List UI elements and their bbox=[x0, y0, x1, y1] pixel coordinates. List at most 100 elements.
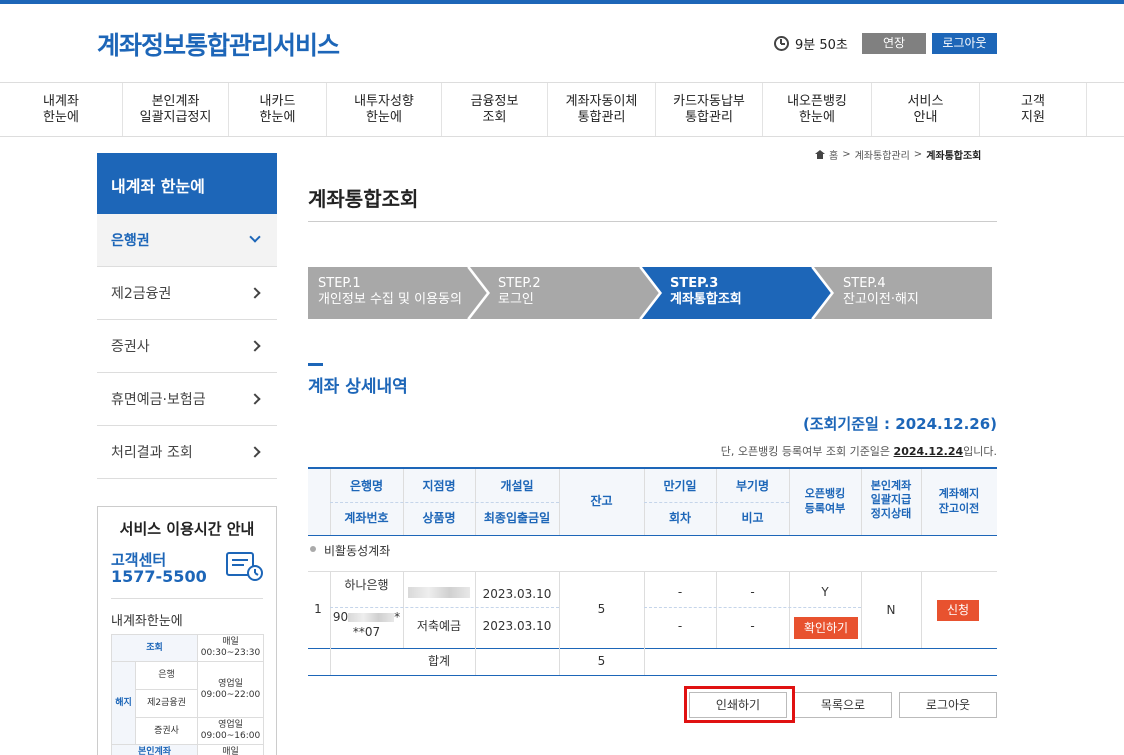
call-center-number: 1577-5500 bbox=[111, 567, 207, 586]
list-button[interactable]: 목록으로 bbox=[794, 692, 892, 718]
gnb-item-card-autopay[interactable]: 카드자동납부 통합관리 bbox=[655, 83, 762, 136]
col-product: 상품명 bbox=[422, 511, 456, 525]
col-cosign: 부기명 bbox=[735, 479, 770, 493]
col-bank: 은행명 bbox=[349, 479, 384, 493]
chevron-right-icon bbox=[249, 393, 261, 405]
divider bbox=[111, 598, 263, 599]
hours-value: 영업일 09:00~16:00 bbox=[197, 717, 264, 745]
lnb-item-dormant[interactable]: 휴면예금·보험금 bbox=[97, 373, 277, 426]
breadcrumb-current: 계좌통합조회 bbox=[926, 151, 982, 162]
total-label: 합계 bbox=[427, 654, 451, 668]
step-2: STEP.2 로그인 bbox=[498, 276, 541, 307]
header-logout-button[interactable]: 로그아웃 bbox=[932, 33, 997, 54]
breadcrumb-home[interactable]: 홈 bbox=[829, 147, 838, 162]
cell-opened: 2023.03.10 bbox=[482, 587, 552, 601]
chevron-right-icon bbox=[249, 340, 261, 352]
gnb-item-openbanking[interactable]: 내오픈뱅킹 한눈에 bbox=[762, 83, 871, 136]
breadcrumb-sep: > bbox=[913, 149, 923, 160]
lnb-item-label: 휴면예금·보험금 bbox=[111, 392, 206, 408]
hours-label-inquiry: 조회 bbox=[111, 634, 198, 662]
lnb-item-results[interactable]: 처리결과 조회 bbox=[97, 426, 277, 479]
lnb-item-secondary-finance[interactable]: 제2금융권 bbox=[97, 267, 277, 320]
cell-cosign: - bbox=[750, 585, 755, 599]
cell-suspend: N bbox=[886, 603, 896, 617]
col-opened: 개설일 bbox=[500, 479, 534, 493]
service-hours-title: 서비스 이용시간 안내 bbox=[119, 520, 255, 538]
cell-bank: 하나은행 bbox=[344, 578, 389, 592]
group-label: 비활동성계좌 bbox=[324, 544, 391, 558]
col-close: 계좌해지 잔고이전 bbox=[938, 487, 980, 515]
hours-value: 영업일 09:00~22:00 bbox=[197, 661, 264, 718]
gnb-item-financial-info[interactable]: 금융정보 조회 bbox=[441, 83, 547, 136]
col-balance: 잔고 bbox=[590, 494, 613, 508]
gnb-item-my-cards[interactable]: 내카드 한눈에 bbox=[228, 83, 326, 136]
step-1: STEP.1 개인정보 수집 및 이용동의 bbox=[318, 276, 462, 307]
extend-session-button[interactable]: 연장 bbox=[862, 33, 926, 54]
lnb-item-securities[interactable]: 증권사 bbox=[97, 320, 277, 373]
gnb-item-service-guide[interactable]: 서비스 안내 bbox=[871, 83, 979, 136]
account-table: 은행명 지점명 개설일 계좌번호 상품명 최종입출금일 잔고 만기일 부기명 회… bbox=[308, 467, 997, 677]
cell-openbanking: Y bbox=[821, 585, 829, 599]
lnb-item-banks[interactable]: 은행권 bbox=[97, 214, 277, 267]
lnb-item-label: 은행권 bbox=[111, 233, 150, 249]
hours-value: 매일 bbox=[197, 744, 264, 755]
chevron-right-icon bbox=[249, 287, 261, 299]
service-subtitle: 내계좌한눈에 bbox=[111, 614, 183, 629]
step-indicator: STEP.1 개인정보 수집 및 이용동의 STEP.2 로그인 STEP.3 … bbox=[308, 267, 992, 319]
highlight-box bbox=[684, 686, 795, 723]
bullet-icon bbox=[310, 546, 316, 552]
lnb-item-label: 증권사 bbox=[111, 339, 150, 355]
col-branch: 지점명 bbox=[422, 479, 456, 493]
gnb-item-investment[interactable]: 내투자성향 한눈에 bbox=[326, 83, 441, 136]
cell-maturity: - bbox=[677, 585, 683, 599]
col-last-txn: 최종입출금일 bbox=[483, 511, 551, 525]
col-maturity: 만기일 bbox=[663, 479, 697, 493]
home-icon[interactable] bbox=[815, 150, 825, 159]
page-title: 계좌통합조회 bbox=[308, 187, 419, 211]
gnb-item-auto-transfer[interactable]: 계좌자동이체 통합관리 bbox=[547, 83, 655, 136]
cell-remark: - bbox=[750, 619, 755, 633]
col-round: 회차 bbox=[668, 511, 692, 525]
lnb-item-label: 제2금융권 bbox=[111, 286, 172, 302]
section-accent bbox=[308, 363, 323, 366]
basis-note-date: 2024.12.24 bbox=[893, 445, 964, 458]
cell-round: - bbox=[677, 619, 683, 633]
phone-clock-icon bbox=[226, 552, 263, 581]
hours-value: 매일 00:30~23:30 bbox=[197, 634, 264, 662]
basis-date: (조회기준일 : 2024.12.26) bbox=[802, 415, 997, 433]
cell-account-no: 90 * **07 bbox=[332, 610, 401, 639]
global-nav: 내계좌 한눈에 본인계좌 일괄지급정지 내카드 한눈에 내투자성향 한눈에 금융… bbox=[0, 82, 1124, 137]
masked-branch bbox=[408, 587, 470, 598]
total-value: 5 bbox=[597, 654, 606, 668]
hours-label-bank: 은행 bbox=[135, 661, 198, 690]
cell-product: 저축예금 bbox=[416, 619, 462, 633]
gnb-item-support[interactable]: 고객 지원 bbox=[979, 83, 1087, 136]
session-timer-text: 9분 50초 bbox=[795, 38, 848, 53]
site-logo[interactable]: 계좌정보통합관리서비스 bbox=[97, 26, 340, 62]
breadcrumb-level1[interactable]: 계좌통합관리 bbox=[855, 147, 910, 162]
section-title: 계좌 상세내역 bbox=[308, 377, 408, 397]
gnb-item-payment-stop[interactable]: 본인계좌 일괄지급정지 bbox=[122, 83, 228, 136]
top-accent-bar bbox=[0, 0, 1124, 4]
lnb-item-label: 처리결과 조회 bbox=[111, 445, 193, 461]
divider bbox=[308, 221, 997, 222]
hours-label-secondary: 제2금융권 bbox=[135, 689, 198, 718]
hours-label-securities: 증권사 bbox=[135, 717, 198, 745]
col-openbanking: 오픈뱅킹 등록여부 bbox=[804, 487, 846, 515]
chevron-down-icon bbox=[249, 231, 261, 243]
apply-button[interactable]: 신청 bbox=[937, 600, 979, 621]
confirm-button[interactable]: 확인하기 bbox=[794, 617, 858, 639]
step-4: STEP.4 잔고이전·해지 bbox=[843, 276, 919, 307]
col-remark: 비고 bbox=[741, 511, 764, 525]
logout-button[interactable]: 로그아웃 bbox=[899, 692, 997, 718]
hours-label-own-account: 본인계좌 bbox=[111, 744, 198, 755]
breadcrumb-sep: > bbox=[842, 149, 851, 160]
col-suspend: 본인계좌 일괄지급 정지상태 bbox=[870, 479, 912, 520]
row-number: 1 bbox=[314, 602, 322, 616]
col-account-no: 계좌번호 bbox=[344, 511, 389, 525]
hours-label-cancel: 해지 bbox=[111, 661, 136, 745]
gnb-item-my-accounts[interactable]: 내계좌 한눈에 bbox=[0, 83, 122, 136]
cell-last-txn: 2023.03.10 bbox=[482, 619, 552, 633]
session-timer: 9분 50초 bbox=[774, 34, 848, 53]
clock-icon bbox=[774, 36, 789, 51]
